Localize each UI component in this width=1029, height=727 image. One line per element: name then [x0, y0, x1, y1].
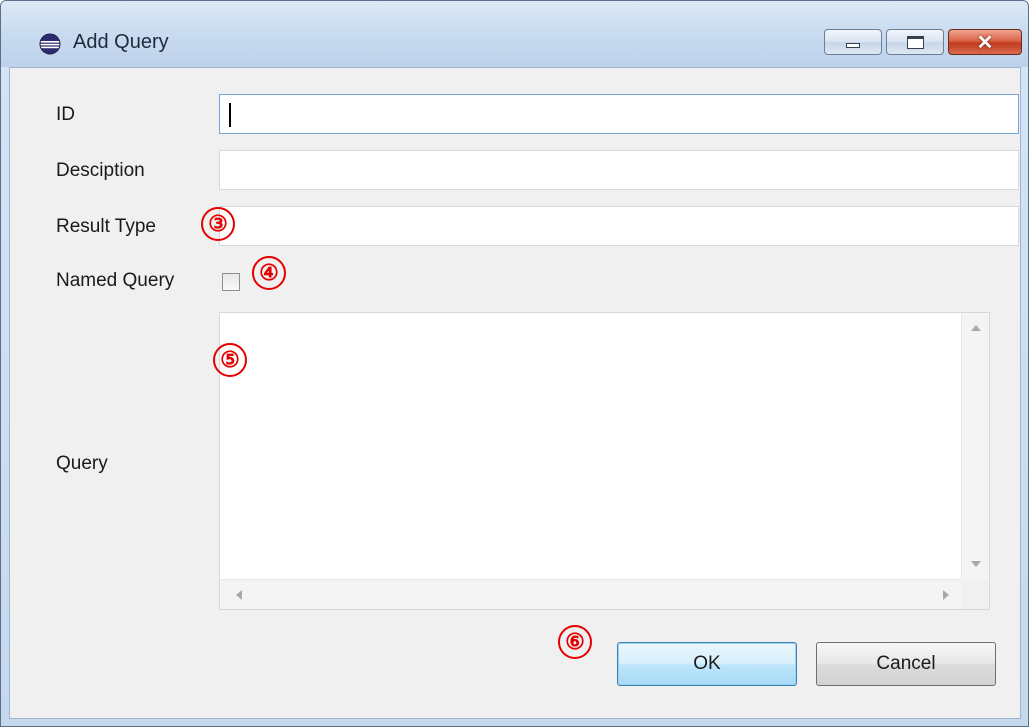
- id-label: ID: [56, 104, 75, 125]
- close-icon: ✕: [976, 31, 994, 54]
- named-query-label: Named Query: [56, 270, 175, 291]
- vertical-scrollbar[interactable]: [961, 313, 989, 579]
- scrollbar-corner: [961, 579, 989, 609]
- annotation-marker-4: ④: [252, 256, 286, 290]
- horizontal-scrollbar[interactable]: [220, 579, 961, 609]
- text-caret: [229, 103, 231, 127]
- scroll-up-icon[interactable]: [971, 325, 981, 331]
- cancel-button[interactable]: Cancel: [816, 642, 996, 686]
- title-bar[interactable]: Add Query ✕: [1, 1, 1028, 67]
- result-type-label: Result Type: [56, 216, 156, 237]
- id-input[interactable]: [219, 94, 1019, 134]
- scroll-right-icon[interactable]: [943, 590, 949, 600]
- maximize-icon: [907, 36, 924, 49]
- eclipse-globe-icon: [39, 33, 61, 55]
- add-query-dialog: Add Query ✕ ID Desciption Result Type ③ …: [0, 0, 1029, 727]
- annotation-marker-6: ⑥: [558, 625, 592, 659]
- scroll-down-icon[interactable]: [971, 561, 981, 567]
- result-type-input[interactable]: [219, 206, 1019, 246]
- ok-button[interactable]: OK: [617, 642, 797, 686]
- dialog-body: ID Desciption Result Type ③ Named Query …: [9, 67, 1021, 719]
- named-query-checkbox[interactable]: [222, 273, 240, 291]
- minimize-icon: [846, 43, 860, 48]
- annotation-marker-3: ③: [201, 207, 235, 241]
- query-textarea[interactable]: [219, 312, 990, 610]
- description-label: Desciption: [56, 160, 145, 181]
- annotation-marker-5: ⑤: [213, 343, 247, 377]
- description-input[interactable]: [219, 150, 1019, 190]
- close-button[interactable]: ✕: [948, 29, 1022, 55]
- scroll-left-icon[interactable]: [236, 590, 242, 600]
- query-label: Query: [56, 453, 108, 474]
- window-title: Add Query: [73, 31, 169, 53]
- minimize-button[interactable]: [824, 29, 882, 55]
- maximize-button[interactable]: [886, 29, 944, 55]
